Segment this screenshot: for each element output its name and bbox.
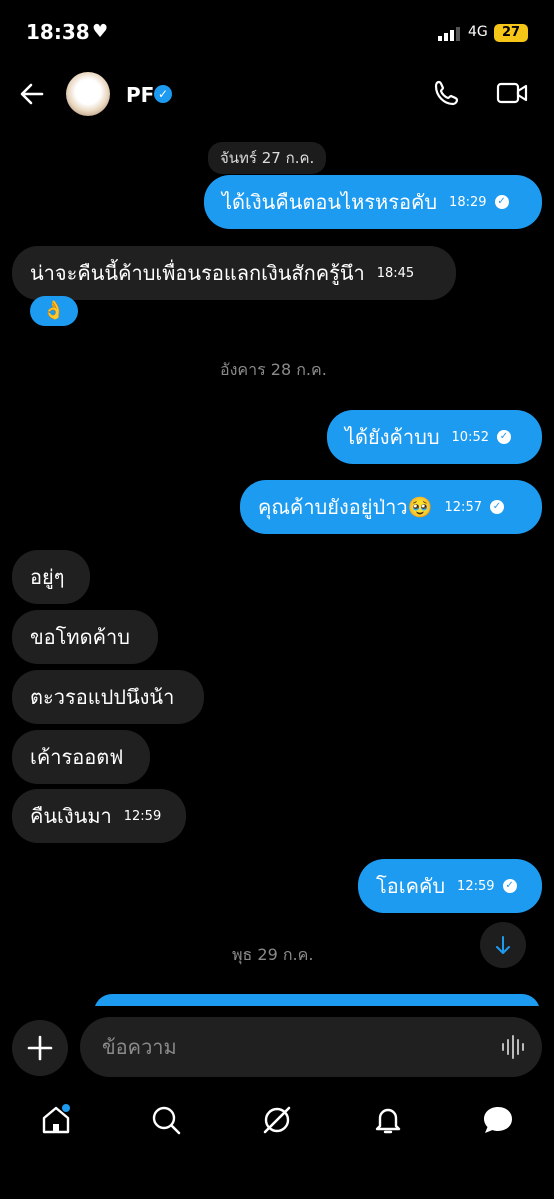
status-time: 18:38 — [26, 20, 90, 44]
read-check-icon: ✓ — [489, 500, 504, 514]
messages-icon[interactable] — [482, 1104, 514, 1136]
phone-icon[interactable] — [432, 78, 462, 108]
message-time: 12:59 — [457, 878, 495, 894]
message-text: น่าจะคืนนี้ค้าบเพื่อนรอแลกเงินสักครู้นึา — [30, 261, 365, 285]
message-time: 18:45 — [376, 265, 415, 281]
message-input-container[interactable] — [80, 1017, 542, 1077]
message-text: โอเคคับ — [376, 874, 446, 898]
read-check-icon: ✓ — [502, 879, 517, 893]
message-time: 12:59 — [123, 808, 162, 824]
search-icon[interactable] — [150, 1104, 182, 1136]
voice-wave-icon[interactable] — [500, 1034, 526, 1060]
bell-icon[interactable] — [372, 1104, 404, 1136]
message-input[interactable] — [100, 1034, 484, 1060]
plus-icon — [27, 1035, 53, 1061]
message-text: ได้เงินคืนตอนไหรหรอคับ — [222, 190, 438, 214]
message-out[interactable]: ได้ยังค้าบบ 10:52 ✓ — [327, 410, 542, 464]
verified-badge-icon: ✓ — [154, 85, 172, 103]
avatar[interactable] — [66, 72, 110, 116]
read-check-icon: ✓ — [494, 195, 509, 209]
reaction-badge[interactable]: 👌 — [30, 296, 78, 326]
message-text: ตะวรอแปปนึงน้า — [30, 685, 175, 709]
scroll-down-icon — [496, 936, 510, 954]
back-arrow-icon[interactable] — [18, 80, 46, 108]
message-text: เค้ารออตฟ — [30, 745, 124, 769]
date-separator: พุธ 29 ก.ค. — [232, 945, 314, 964]
read-check-icon: ✓ — [497, 430, 511, 444]
message-text: ได้ยังค้าบบ — [345, 425, 440, 449]
video-icon[interactable] — [496, 80, 528, 106]
message-text: ขอโทดค้าบ — [30, 625, 130, 649]
message-in[interactable]: คืนเงินมา 12:59 — [12, 789, 186, 843]
message-time: 10:52 — [451, 429, 489, 445]
date-separator: อังคาร 28 ก.ค. — [220, 360, 327, 379]
message-out[interactable]: ได้เงินคืนตอนไหรหรอคับ 18:29 ✓ — [204, 175, 542, 229]
message-text: คืนเงินมา — [30, 804, 112, 828]
message-time: 12:57 — [444, 499, 482, 515]
heart-icon: ♥ — [92, 21, 109, 42]
message-out[interactable]: โอเคคับ 12:59 ✓ — [358, 859, 542, 913]
message-text: คุณค้าบยังอยู่ป่าว🥹 — [258, 495, 433, 519]
message-in[interactable]: อยู่ๆ — [12, 550, 90, 604]
add-attachment-button[interactable] — [12, 1020, 68, 1076]
message-in[interactable]: เค้ารออตฟ — [12, 730, 150, 784]
contact-name[interactable]: PF — [126, 83, 154, 107]
message-in[interactable]: น่าจะคืนนี้ค้าบเพื่อนรอแลกเงินสักครู้นึา… — [12, 246, 456, 300]
home-icon[interactable] — [40, 1104, 72, 1136]
message-time: 18:29 — [449, 194, 487, 210]
message-out[interactable]: คุณค้าบยังอยู่ป่าว🥹 12:57 ✓ — [240, 480, 542, 534]
date-separator: จันทร์ 27 ก.ค. — [208, 142, 327, 174]
message-in[interactable]: ตะวรอแปปนึงน้า — [12, 670, 204, 724]
message-in[interactable]: ขอโทดค้าบ — [12, 610, 158, 664]
grok-icon[interactable] — [261, 1104, 293, 1136]
battery-indicator: 27 — [494, 24, 528, 42]
signal-icon — [438, 27, 460, 41]
message-text: อยู่ๆ — [30, 565, 65, 589]
network-label: 4G — [468, 24, 488, 40]
scroll-down-button[interactable] — [480, 922, 526, 968]
